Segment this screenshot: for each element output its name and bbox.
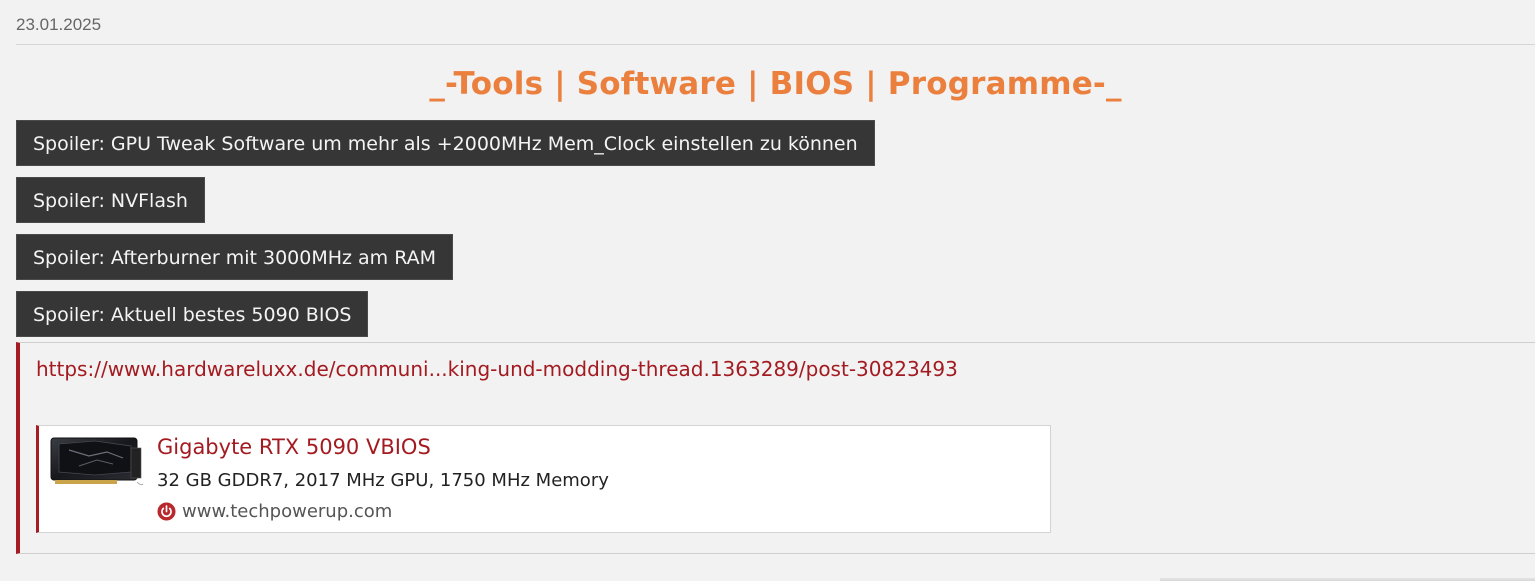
- post-date: 23.01.2025: [16, 15, 102, 34]
- quoted-post-link[interactable]: https://www.hardwareluxx.de/communi...ki…: [36, 357, 958, 381]
- preview-title: Gigabyte RTX 5090 VBIOS: [157, 435, 431, 459]
- section-heading: _-Tools | Software | BIOS | Programme-_: [429, 66, 1122, 102]
- power-icon: [157, 501, 176, 521]
- quote-block: https://www.hardwareluxx.de/communi...ki…: [16, 342, 1535, 554]
- link-preview-card[interactable]: Gigabyte RTX 5090 VBIOS 32 GB GDDR7, 201…: [36, 425, 1051, 533]
- preview-source: www.techpowerup.com: [157, 500, 392, 522]
- spoiler-button-gpu-tweak[interactable]: Spoiler: GPU Tweak Software um mehr als …: [16, 120, 875, 166]
- date-divider: [16, 44, 1535, 45]
- spoiler-button-afterburner[interactable]: Spoiler: Afterburner mit 3000MHz am RAM: [16, 234, 454, 280]
- graphics-card-thumbnail: [50, 437, 144, 486]
- preview-source-domain: www.techpowerup.com: [182, 500, 393, 522]
- preview-description: 32 GB GDDR7, 2017 MHz GPU, 1750 MHz Memo…: [157, 470, 609, 491]
- spoiler-button-best-bios[interactable]: Spoiler: Aktuell bestes 5090 BIOS: [16, 291, 369, 337]
- spoiler-button-nvflash[interactable]: Spoiler: NVFlash: [16, 177, 205, 223]
